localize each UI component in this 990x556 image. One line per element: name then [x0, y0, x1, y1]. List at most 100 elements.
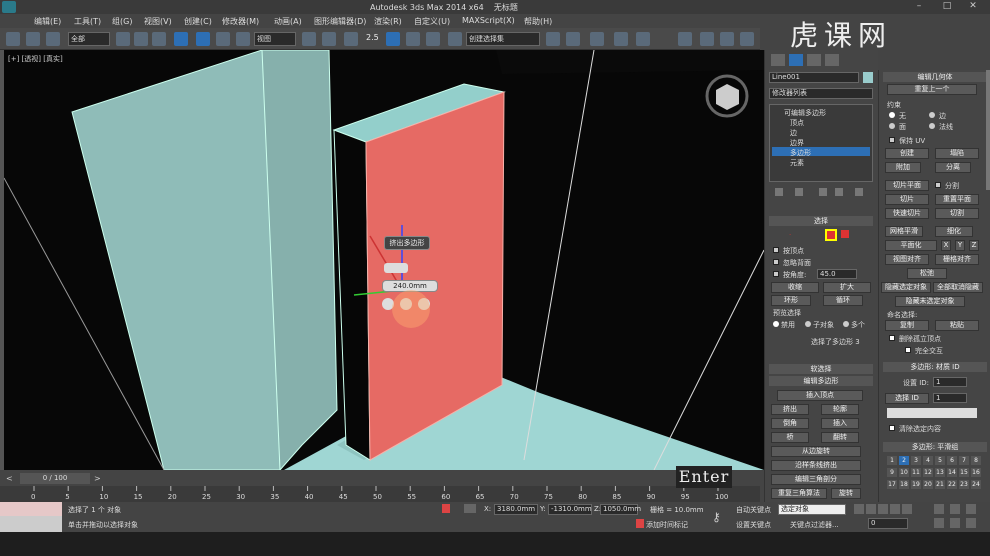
- smoothing-group-button[interactable]: 8: [971, 456, 981, 465]
- zoom-icon[interactable]: [934, 504, 944, 514]
- select-id-button[interactable]: 选择 ID: [885, 393, 929, 404]
- polygon-mode-icon[interactable]: [825, 229, 837, 241]
- link-icon[interactable]: [46, 32, 60, 46]
- smoothing-group-button[interactable]: 4: [923, 456, 933, 465]
- auto-key-button[interactable]: 自动关键点: [736, 505, 771, 515]
- viewcube-icon[interactable]: [705, 74, 749, 118]
- fov-icon[interactable]: [934, 518, 944, 528]
- smoothing-group-button[interactable]: 15: [959, 468, 969, 477]
- maxscript-listener[interactable]: [0, 502, 62, 516]
- key-icon[interactable]: ⚷: [712, 510, 721, 524]
- close-button[interactable]: ✕: [966, 1, 980, 13]
- smoothing-group-button[interactable]: 10: [899, 468, 909, 477]
- smoothing-group-button[interactable]: 22: [947, 480, 957, 489]
- scale-icon[interactable]: [236, 32, 250, 46]
- rollout-edit-polygons-header[interactable]: 编辑多边形: [769, 376, 873, 386]
- detach-button[interactable]: 分离: [935, 162, 971, 173]
- make-unique-icon[interactable]: [819, 188, 827, 196]
- stack-item-vertex[interactable]: 顶点: [790, 118, 804, 128]
- tessellate-button[interactable]: 细化: [935, 226, 973, 237]
- smoothing-group-button[interactable]: 5: [935, 456, 945, 465]
- maximize-viewport-icon[interactable]: [966, 518, 976, 528]
- spinner-snap-icon[interactable]: [426, 32, 440, 46]
- time-next-icon[interactable]: >: [94, 474, 101, 483]
- smoothing-group-button[interactable]: 23: [959, 480, 969, 489]
- remove-modifier-icon[interactable]: [835, 188, 843, 196]
- collapse-button[interactable]: 塌陷: [935, 148, 979, 159]
- cut-button[interactable]: 切割: [935, 208, 979, 219]
- reset-plane-button[interactable]: 重置平面: [935, 194, 979, 205]
- vertex-mode-icon[interactable]: ·: [789, 231, 797, 239]
- x-coord-field[interactable]: 3180.0mm: [494, 504, 538, 515]
- create-tab-icon[interactable]: [771, 54, 785, 66]
- menu-help[interactable]: 帮助(H): [524, 16, 552, 27]
- constraint-edge-radio[interactable]: [929, 112, 935, 118]
- meshsmooth-button[interactable]: 网格平滑: [885, 226, 923, 237]
- align-icon[interactable]: [566, 32, 580, 46]
- smoothing-group-button[interactable]: 7: [959, 456, 969, 465]
- angle-field[interactable]: 45.0: [817, 269, 857, 279]
- relax-button[interactable]: 松弛: [907, 268, 947, 279]
- slice-plane-button[interactable]: 切片平面: [885, 180, 929, 191]
- z-coord-field[interactable]: 1050.0mm: [600, 504, 641, 515]
- hide-selected-button[interactable]: 隐藏选定对象: [881, 282, 931, 293]
- viewport-perspective[interactable]: [4, 50, 764, 470]
- redo-icon[interactable]: [26, 32, 40, 46]
- undo-icon[interactable]: [6, 32, 20, 46]
- rendered-frame-icon[interactable]: [720, 32, 734, 46]
- y-coord-field[interactable]: -1310.0mm: [548, 504, 592, 515]
- minimize-button[interactable]: –: [912, 1, 926, 13]
- grid-align-button[interactable]: 栅格对齐: [935, 254, 979, 265]
- copy-button[interactable]: 复制: [885, 320, 929, 331]
- menu-create[interactable]: 创建(C): [184, 16, 212, 27]
- set-id-field[interactable]: 1: [933, 377, 967, 387]
- selection-filter-dropdown[interactable]: 全部: [68, 32, 110, 46]
- menu-graph-editors[interactable]: 图形编辑器(D): [314, 16, 366, 27]
- edit-named-sel-icon[interactable]: [448, 32, 462, 46]
- insert-vertex-button[interactable]: 插入顶点: [777, 390, 863, 401]
- move-icon[interactable]: [196, 32, 210, 46]
- delete-isolated-checkbox[interactable]: [889, 335, 895, 341]
- menu-tools[interactable]: 工具(T): [74, 16, 101, 27]
- attach-button[interactable]: 附加: [885, 162, 921, 173]
- inset-button[interactable]: 插入: [821, 418, 859, 429]
- set-key-button[interactable]: 设置关键点: [736, 520, 771, 530]
- smoothing-group-button[interactable]: 21: [935, 480, 945, 489]
- stack-item-edge[interactable]: 边: [790, 128, 797, 138]
- select-object-icon[interactable]: [116, 32, 130, 46]
- angle-snap-icon[interactable]: [386, 32, 400, 46]
- preview-disabled-radio[interactable]: [773, 321, 779, 327]
- menu-modifiers[interactable]: 修改器(M): [222, 16, 259, 27]
- clear-selection-checkbox[interactable]: [889, 425, 895, 431]
- panel-scrollbar[interactable]: [986, 70, 990, 190]
- rollout-selection-header[interactable]: 选择: [769, 216, 873, 226]
- smoothing-group-button[interactable]: 12: [923, 468, 933, 477]
- smoothing-group-button[interactable]: 19: [911, 480, 921, 489]
- smoothing-group-button[interactable]: 3: [911, 456, 921, 465]
- bridge-button[interactable]: 桥: [771, 432, 809, 443]
- smoothing-group-button[interactable]: 1: [887, 456, 897, 465]
- play-icon[interactable]: [878, 504, 888, 514]
- slice-button[interactable]: 切片: [885, 194, 929, 205]
- modifier-list-dropdown[interactable]: 修改器列表: [769, 88, 873, 99]
- add-time-tag[interactable]: 添加时间标记: [646, 520, 688, 530]
- rollout-smoothing-groups-header[interactable]: 多边形: 平滑组: [883, 442, 987, 452]
- render-icon[interactable]: [740, 32, 754, 46]
- stack-item-polygon[interactable]: 多边形: [790, 148, 811, 158]
- lock-icon[interactable]: [442, 504, 450, 513]
- percent-snap-icon[interactable]: [406, 32, 420, 46]
- smoothing-group-button[interactable]: 6: [947, 456, 957, 465]
- smoothing-group-button[interactable]: 18: [899, 480, 909, 489]
- grow-button[interactable]: 扩大: [823, 282, 871, 293]
- smoothing-group-button[interactable]: 13: [935, 468, 945, 477]
- configure-sets-icon[interactable]: [855, 188, 863, 196]
- menu-maxscript[interactable]: MAXScript(X): [462, 16, 515, 25]
- smoothing-group-button[interactable]: 14: [947, 468, 957, 477]
- quickslice-button[interactable]: 快速切片: [885, 208, 929, 219]
- paste-button[interactable]: 粘贴: [935, 320, 979, 331]
- retriangulate-button[interactable]: 重复三角算法: [771, 488, 827, 499]
- loop-button[interactable]: 循环: [823, 295, 863, 306]
- smoothing-group-button[interactable]: 9: [887, 468, 897, 477]
- zoom-all-icon[interactable]: [950, 504, 960, 514]
- stack-item-editable-poly[interactable]: 可编辑多边形: [784, 108, 826, 118]
